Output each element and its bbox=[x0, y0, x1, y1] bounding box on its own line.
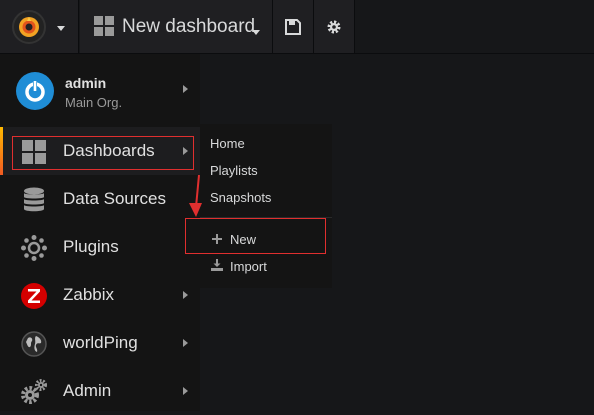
gear-icon bbox=[327, 20, 341, 34]
annotation-arrow-icon bbox=[189, 175, 202, 217]
gears-icon bbox=[21, 379, 47, 404]
sidebar-item-plugins[interactable]: Plugins bbox=[0, 223, 200, 271]
submenu-item-label: Import bbox=[230, 259, 267, 274]
annotation-highlight-dashboards bbox=[12, 136, 194, 170]
chevron-right-icon bbox=[183, 339, 188, 347]
top-navbar: New dashboard bbox=[0, 0, 594, 54]
save-button[interactable] bbox=[273, 0, 314, 53]
sidebar-item-admin[interactable]: Admin bbox=[0, 367, 200, 415]
caret-down-icon bbox=[252, 30, 260, 35]
caret-down-icon bbox=[57, 26, 65, 31]
sidebar-item-zabbix[interactable]: Zabbix bbox=[0, 271, 200, 319]
grafana-logo-icon bbox=[12, 10, 46, 44]
submenu-item-playlists[interactable]: Playlists bbox=[210, 163, 258, 178]
settings-button[interactable] bbox=[314, 0, 355, 53]
chevron-right-icon bbox=[183, 291, 188, 299]
user-name: admin bbox=[65, 75, 107, 91]
dashboards-grid-icon bbox=[94, 16, 114, 36]
annotation-highlight-new bbox=[185, 218, 326, 254]
sidebar-item-worldping[interactable]: worldPing bbox=[0, 319, 200, 367]
user-profile-row[interactable]: admin Main Org. bbox=[0, 54, 200, 124]
sidebar-item-label: Admin bbox=[63, 381, 112, 400]
import-icon bbox=[210, 259, 224, 274]
database-icon bbox=[24, 187, 44, 212]
submenu-item-import[interactable]: Import bbox=[210, 259, 267, 274]
sidebar-item-label: Plugins bbox=[63, 237, 119, 256]
plugins-icon bbox=[21, 235, 47, 261]
dashboards-submenu: Home Playlists Snapshots New Import bbox=[200, 124, 332, 288]
globe-icon bbox=[21, 331, 47, 357]
zabbix-icon bbox=[21, 283, 47, 309]
user-org: Main Org. bbox=[65, 95, 123, 110]
submenu-item-snapshots[interactable]: Snapshots bbox=[210, 190, 271, 205]
sidebar-item-label: worldPing bbox=[63, 333, 138, 352]
sidebar-item-label: Zabbix bbox=[63, 285, 115, 304]
chevron-right-icon bbox=[183, 85, 188, 93]
save-icon bbox=[285, 19, 301, 35]
power-icon bbox=[25, 80, 45, 102]
chevron-right-icon bbox=[183, 387, 188, 395]
sidebar-item-label: Data Sources bbox=[63, 189, 166, 208]
side-menu: admin Main Org. Dashboards Data Sources bbox=[0, 54, 200, 411]
grafana-menu-button[interactable] bbox=[0, 0, 79, 53]
dashboard-title-button[interactable]: New dashboard bbox=[80, 0, 273, 53]
submenu-item-home[interactable]: Home bbox=[210, 136, 245, 151]
dashboard-title: New dashboard bbox=[122, 16, 256, 37]
avatar bbox=[16, 72, 54, 110]
sidebar-item-data-sources[interactable]: Data Sources bbox=[0, 175, 200, 223]
